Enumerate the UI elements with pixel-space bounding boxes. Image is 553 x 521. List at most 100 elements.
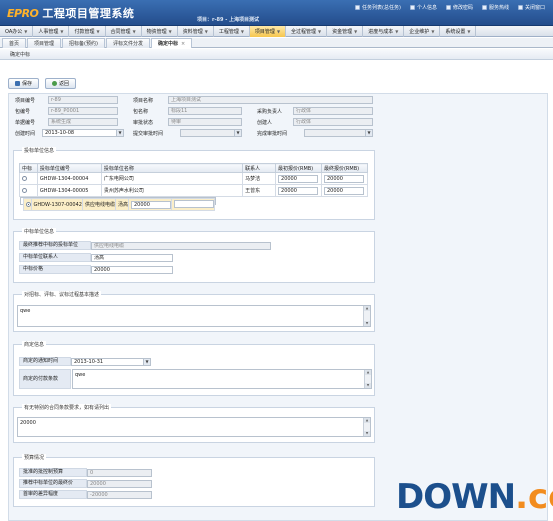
bidders-table: 中标 投标单位编号 投标单位名称 联系人 最初报价(RMB) 最终报价(RMB)… bbox=[19, 163, 369, 211]
winner-contact-row: 中标单位联系人 汤高 bbox=[19, 253, 173, 262]
winner-contact-field[interactable]: 汤高 bbox=[91, 253, 173, 262]
finish-time-label: 完成审批时间 bbox=[257, 131, 288, 137]
doc-no-field[interactable]: 系统生成 bbox=[48, 118, 118, 126]
chevron-down-icon: ▼ bbox=[116, 130, 123, 136]
tab-bar: 首页 项目管理 招标备(预约) 评标文件分发 确定中标 × bbox=[0, 38, 553, 48]
app-logo: EPRO 工程项目管理系统 bbox=[7, 5, 134, 21]
menu-docs[interactable]: 资料管理 ▼ bbox=[178, 26, 214, 37]
final-price-input[interactable]: 20000 bbox=[323, 186, 364, 195]
winner-radio[interactable] bbox=[22, 176, 27, 181]
winner-radio[interactable] bbox=[22, 188, 27, 193]
page-header: 确定中标 bbox=[0, 49, 553, 60]
task-icon bbox=[355, 5, 361, 10]
arrow-back-icon bbox=[52, 81, 58, 86]
menu-project[interactable]: 项目管理 ▼ bbox=[249, 26, 287, 37]
budget-diff-row: 首审的差异幅度 -20000 bbox=[19, 490, 152, 499]
menu-engineering[interactable]: 工程管理 ▼ bbox=[214, 26, 250, 37]
menu-hr[interactable]: 人事管理 ▼ bbox=[33, 26, 70, 37]
budget-bid-field[interactable]: 20000 bbox=[87, 479, 152, 488]
close-window-link[interactable]: 关闭窗口 bbox=[517, 4, 545, 11]
menu-enterprise[interactable]: 企业维护 ▼ bbox=[404, 26, 441, 37]
scrollbar[interactable]: ▲ ▼ bbox=[363, 306, 370, 326]
payment-label: 商定的付款条款 bbox=[19, 369, 71, 389]
hotline-link[interactable]: 服务热线 bbox=[481, 4, 509, 11]
final-price-input[interactable]: 20000 bbox=[323, 174, 364, 183]
menu-material[interactable]: 物资管理 ▼ bbox=[142, 26, 178, 37]
budget-diff-field[interactable]: -20000 bbox=[87, 490, 152, 499]
menu-oa[interactable]: OA办公 ▼ bbox=[0, 26, 34, 37]
chevron-down-icon: ▼ bbox=[395, 29, 399, 34]
tab-tender-reserve[interactable]: 招标备(预约) bbox=[62, 38, 105, 48]
col-name: 投标单位名称 bbox=[100, 163, 244, 173]
chevron-down-icon: ▼ bbox=[240, 29, 244, 34]
chevron-down-icon: ▼ bbox=[143, 358, 150, 365]
project-name-field[interactable]: 上海项目测试 bbox=[168, 96, 373, 104]
winner-price-row: 中标价格 20000 bbox=[19, 265, 173, 274]
floppy-disk-icon bbox=[15, 81, 20, 86]
profile-link[interactable]: 个人信息 bbox=[409, 4, 437, 11]
change-password-link[interactable]: 修改密码 bbox=[445, 4, 473, 11]
winner-radio[interactable] bbox=[25, 202, 31, 207]
finish-time-select[interactable]: ▼ bbox=[304, 129, 373, 137]
review-textarea[interactable]: qwe ▲ ▼ bbox=[17, 305, 371, 327]
package-no-label: 包编号 bbox=[15, 109, 31, 115]
menu-system[interactable]: 系统设置 ▼ bbox=[440, 26, 477, 37]
chevron-down-icon: ▼ bbox=[354, 29, 358, 34]
col-code: 投标单位编号 bbox=[36, 163, 102, 173]
approve-status-label: 审批状态 bbox=[133, 120, 154, 126]
project-name-label: 项目名称 bbox=[133, 98, 154, 104]
close-icon bbox=[517, 5, 523, 10]
package-no-field[interactable]: r-89_P0001 bbox=[48, 107, 118, 115]
approve-status-field[interactable]: 待审 bbox=[168, 118, 242, 126]
save-button[interactable]: 保存 bbox=[8, 78, 40, 89]
page-title: 确定中标 bbox=[10, 52, 31, 58]
project-no-label: 项目编号 bbox=[15, 98, 36, 104]
close-tab-icon[interactable]: × bbox=[181, 41, 185, 47]
winner-price-field[interactable]: 20000 bbox=[91, 265, 173, 274]
menu-payment[interactable]: 付款管理 ▼ bbox=[69, 26, 106, 37]
tab-bid-distribution[interactable]: 评标文件分发 bbox=[105, 38, 150, 48]
submit-time-label: 提交审批时间 bbox=[133, 131, 164, 137]
project-no-field[interactable]: r-89 bbox=[48, 96, 118, 104]
menu-schedule[interactable]: 进度与成本 ▼ bbox=[363, 26, 405, 37]
main-menu: OA办公 ▼ 人事管理 ▼ 付款管理 ▼ 合同管理 ▼ 物资管理 ▼ 资料管理 ▼ 工程管理… bbox=[0, 26, 553, 37]
winner-final-field[interactable]: 供应电线电缆 bbox=[91, 241, 271, 250]
first-price-input[interactable]: 20000 bbox=[131, 200, 171, 209]
creator-field[interactable]: 行政体 bbox=[293, 118, 373, 126]
col-first-price: 最初报价(RMB) bbox=[275, 163, 322, 173]
purchase-owner-field[interactable]: 行政体 bbox=[293, 107, 373, 115]
chevron-down-icon: ▼ bbox=[132, 29, 136, 34]
first-price-input[interactable]: 20000 bbox=[278, 186, 319, 195]
tab-confirm-winner[interactable]: 确定中标 × bbox=[150, 38, 193, 48]
chevron-down-icon: ▼ bbox=[318, 29, 322, 34]
payment-textarea[interactable]: qwe ▲ ▼ bbox=[72, 369, 372, 389]
package-name-field[interactable]: 标段11 bbox=[168, 107, 242, 115]
chevron-down-icon: ▼ bbox=[204, 29, 208, 34]
scrollbar[interactable]: ▲ ▼ bbox=[364, 370, 371, 388]
table-row: GHDW-1304-00005 贵州苏声水利公司 王曾东 20000 20000 bbox=[19, 184, 369, 197]
user-icon bbox=[409, 5, 415, 10]
menu-process[interactable]: 全过程管理 ▼ bbox=[286, 26, 328, 37]
budget-control-field[interactable]: 0 bbox=[87, 468, 152, 477]
chevron-down-icon: ▼ bbox=[60, 29, 64, 34]
submit-time-select[interactable]: ▼ bbox=[180, 129, 242, 137]
other-terms-textarea[interactable]: 20000 ▲ ▼ bbox=[17, 417, 371, 437]
first-price-input[interactable]: 20000 bbox=[278, 174, 319, 183]
tab-project[interactable]: 项目管理 bbox=[27, 38, 62, 48]
winner-final-row: 最终推荐中标的投标单位 供应电线电缆 bbox=[19, 241, 271, 250]
menu-contract[interactable]: 合同管理 ▼ bbox=[106, 26, 142, 37]
chevron-down-icon: ▼ bbox=[234, 130, 241, 136]
final-price-input[interactable] bbox=[174, 199, 214, 208]
menu-funds[interactable]: 资金管理 ▼ bbox=[327, 26, 364, 37]
notice-time-select[interactable]: 2013-10-31 ▼ bbox=[71, 357, 151, 366]
task-list-link[interactable]: 任务列表(总任务) bbox=[355, 4, 401, 11]
chevron-down-icon: ▼ bbox=[24, 29, 28, 34]
brand-logo: EPRO bbox=[7, 6, 39, 20]
tab-home[interactable]: 首页 bbox=[2, 38, 27, 48]
create-time-label: 创建时间 bbox=[15, 131, 36, 137]
back-button[interactable]: 返回 bbox=[45, 78, 77, 89]
creator-label: 创建人 bbox=[257, 120, 273, 126]
col-contact: 联系人 bbox=[242, 163, 277, 173]
scrollbar[interactable]: ▲ ▼ bbox=[363, 418, 370, 436]
create-time-select[interactable]: 2013-10-08 ▼ bbox=[42, 129, 124, 137]
